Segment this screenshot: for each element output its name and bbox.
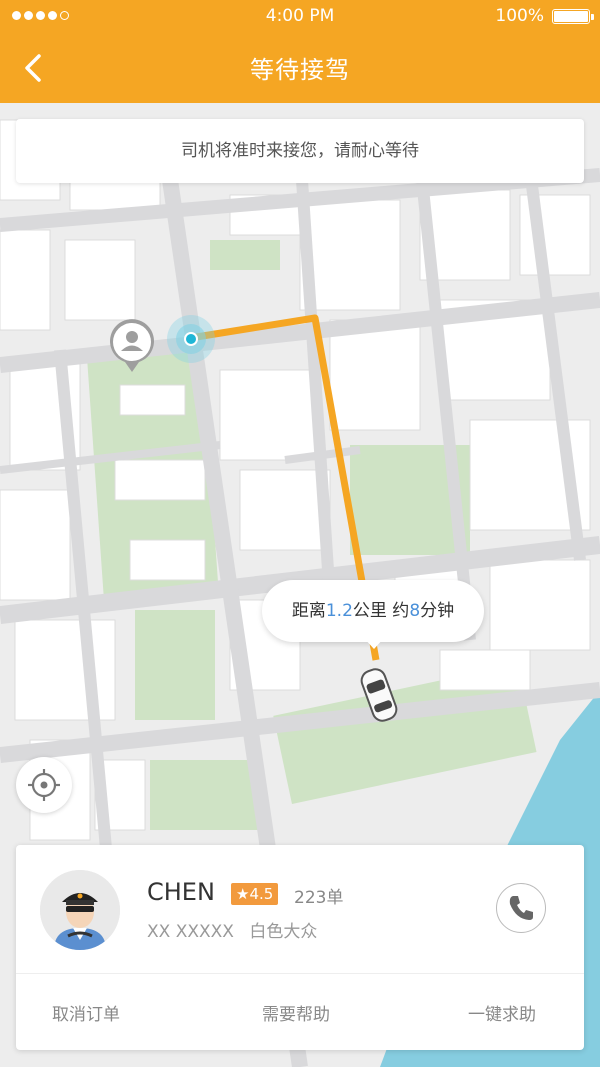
- status-bar: 4:00 PM 100%: [0, 0, 600, 34]
- eta-value: 8: [409, 601, 421, 621]
- distance-bubble: 距离1.2公里 约8分钟: [262, 580, 484, 642]
- driver-name: CHEN: [147, 878, 215, 906]
- notice-banner: 司机将准时来接您，请耐心等待: [16, 119, 584, 183]
- origin-dot-icon: [167, 315, 215, 363]
- sos-button[interactable]: 一键求助: [468, 1000, 536, 1025]
- locate-button[interactable]: [16, 757, 72, 813]
- help-button[interactable]: 需要帮助: [262, 1000, 330, 1025]
- card-divider: [16, 973, 584, 974]
- user-pin-icon: [110, 319, 154, 372]
- driver-rating-badge: ★4.5: [231, 883, 279, 905]
- bubble-tail: [364, 638, 384, 649]
- phone-icon: [509, 896, 533, 920]
- distance-prefix: 距离: [291, 601, 326, 621]
- locate-icon: [28, 769, 60, 801]
- car-description: 白色大众: [249, 922, 318, 942]
- car-icon: [360, 668, 398, 722]
- distance-unit: 公里: [352, 601, 387, 621]
- driver-card: CHEN ★4.5 223单 XX XXXXX 白色大众 取消订单 需要帮助 一…: [16, 845, 584, 1050]
- plate-number: XX XXXXX: [147, 922, 234, 942]
- eta-unit: 分钟: [420, 601, 455, 621]
- cancel-order-button[interactable]: 取消订单: [52, 1000, 120, 1025]
- header: 4:00 PM 100% 等待接驾: [0, 0, 600, 103]
- page-title: 等待接驾: [250, 56, 350, 84]
- call-button[interactable]: [496, 883, 546, 933]
- car-info: XX XXXXX 白色大众: [147, 917, 327, 942]
- eta-prefix: 约: [386, 601, 410, 621]
- battery-icon: [552, 9, 590, 24]
- battery-percent: 100%: [495, 6, 544, 26]
- driver-orders: 223单: [294, 888, 344, 908]
- driver-avatar: [40, 870, 120, 950]
- distance-value: 1.2: [325, 601, 353, 621]
